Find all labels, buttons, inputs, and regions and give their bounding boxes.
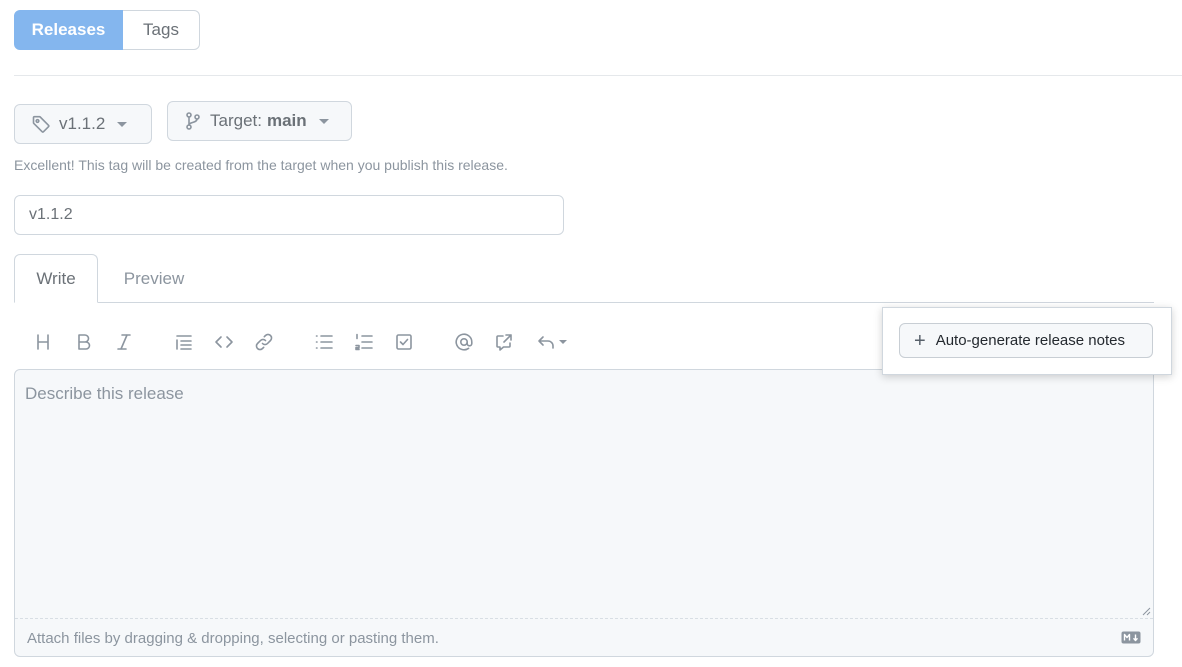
tag-select-label: v1.1.2: [59, 114, 106, 133]
releases-tags-subnav: Releases Tags: [14, 10, 200, 50]
release-notes-editor: Attach files by dragging & dropping, sel…: [14, 369, 1154, 657]
heading-icon[interactable]: [31, 330, 55, 354]
numbered-list-icon[interactable]: [352, 330, 376, 354]
header-divider: [14, 75, 1182, 76]
attach-files-text: Attach files by dragging & dropping, sel…: [27, 629, 439, 647]
auto-generate-label: Auto-generate release notes: [935, 332, 1125, 349]
task-list-icon[interactable]: [392, 330, 416, 354]
resize-grip-icon[interactable]: [1141, 606, 1151, 616]
tags-tab[interactable]: Tags: [123, 10, 200, 50]
chevron-down-icon: [318, 118, 329, 124]
plus-icon: +: [914, 329, 926, 352]
tag-icon: [32, 115, 50, 133]
choose-tag-button[interactable]: v1.1.2: [14, 104, 152, 144]
code-icon[interactable]: [212, 330, 236, 354]
release-title-input[interactable]: [14, 195, 564, 235]
reply-icon[interactable]: [534, 330, 570, 354]
target-prefix: Target:: [210, 111, 262, 130]
mention-icon[interactable]: [452, 330, 476, 354]
bulleted-list-icon[interactable]: [312, 330, 336, 354]
release-description-textarea[interactable]: [15, 370, 1153, 618]
auto-generate-release-notes-button[interactable]: + Auto-generate release notes: [899, 323, 1153, 358]
italic-icon[interactable]: [112, 330, 136, 354]
bold-icon[interactable]: [72, 330, 96, 354]
git-branch-icon: [186, 112, 200, 130]
quote-icon[interactable]: [172, 330, 196, 354]
chevron-down-icon: [117, 121, 128, 127]
releases-tab[interactable]: Releases: [14, 10, 123, 50]
chevron-down-icon: [559, 340, 567, 344]
target-branch-button[interactable]: Target: main: [167, 101, 352, 141]
tab-preview[interactable]: Preview: [104, 254, 204, 303]
link-icon[interactable]: [252, 330, 276, 354]
markdown-icon[interactable]: [1121, 631, 1141, 644]
cross-reference-icon[interactable]: [492, 330, 516, 354]
tab-write[interactable]: Write: [14, 254, 98, 303]
target-branch-name: main: [266, 111, 307, 130]
auto-generate-container: + Auto-generate release notes: [882, 307, 1172, 375]
tag-hint-text: Excellent! This tag will be created from…: [14, 157, 508, 173]
attach-files-bar[interactable]: Attach files by dragging & dropping, sel…: [15, 618, 1153, 657]
